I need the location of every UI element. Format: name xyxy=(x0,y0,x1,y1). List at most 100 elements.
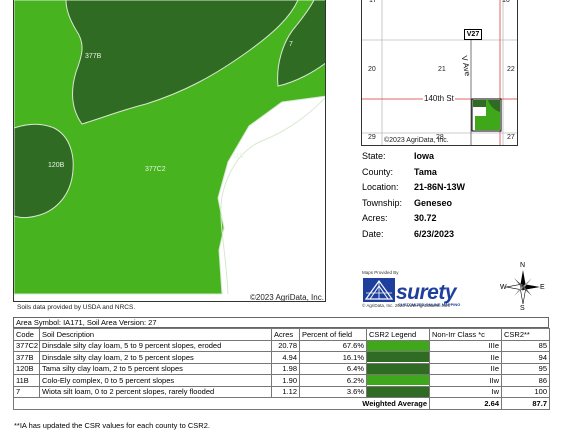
compass-rose: N S E W xyxy=(500,262,546,312)
row-acres: 4.94 xyxy=(271,351,300,364)
row-code: 377B xyxy=(13,351,40,364)
csr2-legend-swatch xyxy=(367,375,429,386)
date-value: 6/23/2023 xyxy=(414,228,455,239)
location-key: Location: xyxy=(362,182,399,193)
row-class: IIe xyxy=(429,351,502,364)
section-29-label: 29 xyxy=(368,134,376,141)
county-value: Tama xyxy=(414,166,437,177)
section-21-label: 21 xyxy=(438,66,446,73)
info-row-township: Township: Geneseo xyxy=(362,196,562,212)
row-legend-cell xyxy=(366,351,430,364)
csr2-legend-swatch xyxy=(367,340,429,351)
row-code: 377C2 xyxy=(13,339,40,352)
acres-key: Acres: xyxy=(362,213,388,224)
table-row: 11B Colo-Ely complex, 0 to 5 percent slo… xyxy=(13,374,550,387)
row-description: Dinsdale silty clay loam, 2 to 5 percent… xyxy=(39,351,272,364)
soil-map[interactable]: 377B 7 120B 377C2 11B ©2023 AgriData, In… xyxy=(13,0,326,302)
surety-logo: surety CUSTOMIZED ONLINE MAPPING xyxy=(362,277,490,307)
info-row-date: Date: 6/23/2023 xyxy=(362,227,562,243)
col-header-acres: Acres xyxy=(271,328,300,341)
section-20-label: 20 xyxy=(368,66,376,73)
soil-unit-377b-label: 377B xyxy=(85,53,102,60)
row-acres: 1.12 xyxy=(271,385,300,398)
soils-data-note: Soils data provided by USDA and NRCS. xyxy=(17,304,136,311)
weighted-average-label: Weighted Average xyxy=(13,397,430,410)
csr2-legend-swatch xyxy=(367,352,429,363)
row-class: IIw xyxy=(429,374,502,387)
csr2-footnote: **IA has updated the CSR values for each… xyxy=(14,421,210,430)
table-row: 377B Dinsdale silty clay loam, 2 to 5 pe… xyxy=(13,351,550,364)
section-17-label: 17 xyxy=(369,0,377,4)
row-acres: 1.90 xyxy=(271,374,300,387)
state-value: Iowa xyxy=(414,151,435,162)
acres-value: 30.72 xyxy=(414,213,437,224)
row-legend-cell xyxy=(366,385,430,398)
weighted-average-csr2: 87.7 xyxy=(501,397,550,410)
row-legend-cell xyxy=(366,374,430,387)
row-acres: 20.78 xyxy=(271,339,300,352)
soil-unit-377c2-label: 377C2 xyxy=(145,166,166,173)
weighted-average-row: Weighted Average 2.64 87.7 xyxy=(13,397,550,410)
road-label-140th-st: 140th St xyxy=(423,94,455,103)
col-header-percent: Percent of field xyxy=(299,328,367,341)
weighted-average-class: 2.64 xyxy=(429,397,502,410)
csr2-legend-swatch xyxy=(367,363,429,374)
state-key: State: xyxy=(362,151,386,162)
date-key: Date: xyxy=(362,228,384,239)
surety-logo-block[interactable]: Maps Provided By surety CUSTOMIZED ONLIN… xyxy=(362,270,492,311)
row-csr2: 100 xyxy=(501,385,550,398)
row-percent: 6.2% xyxy=(299,374,367,387)
property-info: State: Iowa County: Tama Location: 21-86… xyxy=(362,149,562,242)
row-acres: 1.98 xyxy=(271,362,300,375)
maps-provided-label: Maps Provided By xyxy=(362,270,399,275)
row-csr2: 85 xyxy=(501,339,550,352)
section-16-label: 16 xyxy=(502,0,510,4)
row-csr2: 86 xyxy=(501,374,550,387)
info-row-acres: Acres: 30.72 xyxy=(362,211,562,227)
table-header-row: Code Soil Description Acres Percent of f… xyxy=(13,328,550,341)
surety-credit: © AgriData, Inc. 2023 www.AgriDataInc.co… xyxy=(362,303,451,308)
township-key: Township: xyxy=(362,197,403,208)
compass-e-label: E xyxy=(540,284,545,291)
compass-n-label: N xyxy=(520,262,526,269)
township-value: Geneseo xyxy=(414,197,453,208)
row-csr2: 95 xyxy=(501,362,550,375)
compass-w-label: W xyxy=(500,284,507,291)
county-key: County: xyxy=(362,166,394,177)
surety-emblem-icon xyxy=(363,278,395,302)
row-legend-cell xyxy=(366,339,430,352)
row-code: 120B xyxy=(13,362,40,375)
row-class: IIIe xyxy=(429,339,502,352)
row-csr2: 94 xyxy=(501,351,550,364)
location-map-drawing xyxy=(362,0,517,145)
row-percent: 6.4% xyxy=(299,362,367,375)
location-map[interactable]: 17 16 20 21 22 29 28 27 V27 V Ave 140th … xyxy=(361,0,518,146)
soil-map-drawing xyxy=(14,0,325,295)
col-header-description: Soil Description xyxy=(39,328,272,341)
table-row: 120B Tama silty clay loam, 2 to 5 percen… xyxy=(13,362,550,375)
table-row: 377C2 Dinsdale silty clay loam, 5 to 9 p… xyxy=(13,339,550,352)
surety-wordmark: surety xyxy=(396,281,457,304)
row-description: Dinsdale silty clay loam, 5 to 9 percent… xyxy=(39,339,272,352)
area-symbol-header: Area Symbol: IA171, Soil Area Version: 2… xyxy=(13,317,549,328)
info-row-state: State: Iowa xyxy=(362,149,562,165)
col-header-code: Code xyxy=(13,328,40,341)
soil-unit-7-label: 7 xyxy=(289,41,293,48)
row-percent: 67.6% xyxy=(299,339,367,352)
soil-unit-120b-label: 120B xyxy=(48,162,65,169)
csr2-legend-swatch xyxy=(367,386,429,397)
row-legend-cell xyxy=(366,362,430,375)
section-27-label: 27 xyxy=(507,134,515,141)
row-percent: 3.6% xyxy=(299,385,367,398)
row-description: Colo-Ely complex, 0 to 5 percent slopes xyxy=(39,374,272,387)
road-shield-v27: V27 xyxy=(464,29,482,40)
row-code: 11B xyxy=(13,374,40,387)
col-header-class: Non-Irr Class *c xyxy=(429,328,502,341)
location-map-credit: ©2023 AgriData, Inc. xyxy=(384,137,449,144)
row-class: IIe xyxy=(429,362,502,375)
info-row-county: County: Tama xyxy=(362,165,562,181)
info-row-location: Location: 21-86N-13W xyxy=(362,180,562,196)
col-header-csr2: CSR2** xyxy=(501,328,550,341)
col-header-legend: CSR2 Legend xyxy=(366,328,430,341)
row-description: Tama silty clay loam, 2 to 5 percent slo… xyxy=(39,362,272,375)
